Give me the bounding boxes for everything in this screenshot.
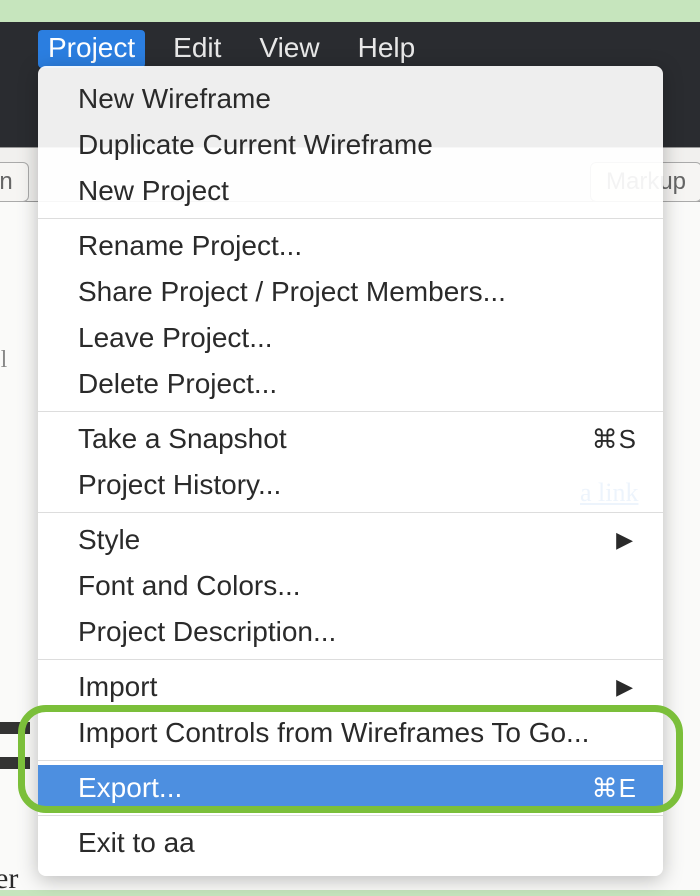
menu-rename-project[interactable]: Rename Project... (38, 223, 663, 269)
menu-label: Style (78, 524, 140, 556)
menu-exit[interactable]: Exit to aa (38, 820, 663, 866)
menu-label: Project History... (78, 469, 281, 501)
menu-label: Take a Snapshot (78, 423, 287, 455)
menu-label: Rename Project... (78, 230, 302, 262)
menu-share-project[interactable]: Share Project / Project Members... (38, 269, 663, 315)
menu-import-controls[interactable]: Import Controls from Wireframes To Go... (38, 710, 663, 756)
menu-label: New Wireframe (78, 83, 271, 115)
menu-project[interactable]: Project (38, 30, 145, 68)
bg-text-per: per (0, 862, 18, 896)
menu-label: Leave Project... (78, 322, 273, 354)
shortcut-text: ⌘S (592, 424, 637, 455)
menu-style[interactable]: Style ▶ (38, 517, 663, 563)
menu-label: Import Controls from Wireframes To Go... (78, 717, 589, 749)
menu-leave-project[interactable]: Leave Project... (38, 315, 663, 361)
menu-new-wireframe[interactable]: New Wireframe (38, 76, 663, 122)
menu-font-colors[interactable]: Font and Colors... (38, 563, 663, 609)
menu-project-description[interactable]: Project Description... (38, 609, 663, 655)
menu-label: Font and Colors... (78, 570, 301, 602)
tab-partial[interactable]: on (0, 162, 29, 202)
bg-text-el: el (0, 347, 7, 374)
project-dropdown: New Wireframe Duplicate Current Wirefram… (38, 66, 663, 876)
menu-help[interactable]: Help (348, 30, 426, 68)
menu-label: Exit to aa (78, 827, 195, 859)
menu-new-project[interactable]: New Project (38, 168, 663, 214)
submenu-arrow-icon: ▶ (616, 674, 633, 700)
menu-label: Import (78, 671, 157, 703)
shortcut-text: ⌘E (592, 773, 637, 804)
menu-project-history[interactable]: Project History... (38, 462, 663, 508)
submenu-arrow-icon: ▶ (616, 527, 633, 553)
menu-duplicate-wireframe[interactable]: Duplicate Current Wireframe (38, 122, 663, 168)
menu-label: New Project (78, 175, 229, 207)
menu-take-snapshot[interactable]: Take a Snapshot ⌘S (38, 416, 663, 462)
menu-label: Delete Project... (78, 368, 277, 400)
bg-decoration (0, 722, 30, 792)
menu-delete-project[interactable]: Delete Project... (38, 361, 663, 407)
menu-label: Export... (78, 772, 182, 804)
menu-label: Duplicate Current Wireframe (78, 129, 433, 161)
menu-label: Project Description... (78, 616, 336, 648)
menu-view[interactable]: View (249, 30, 329, 68)
tab-strip: on (0, 162, 29, 202)
menu-export[interactable]: Export... ⌘E (38, 765, 663, 811)
menu-import[interactable]: Import ▶ (38, 664, 663, 710)
menu-label: Share Project / Project Members... (78, 276, 506, 308)
menu-edit[interactable]: Edit (163, 30, 231, 68)
